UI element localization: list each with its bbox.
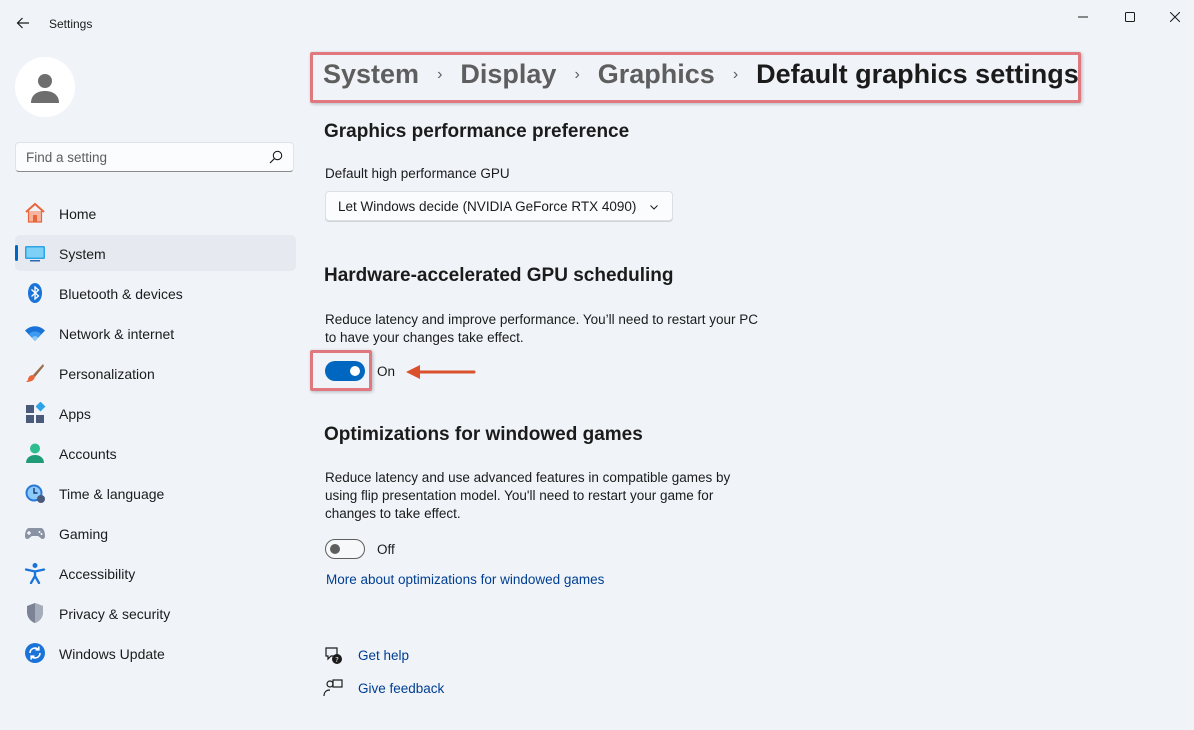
search-box[interactable]	[15, 142, 294, 172]
windowed-toggle[interactable]	[325, 539, 365, 559]
breadcrumb-system[interactable]: System	[323, 59, 419, 90]
arrow-left-annotation-icon	[406, 365, 476, 379]
give-feedback-link[interactable]: Give feedback	[358, 681, 444, 696]
sidebar-item-label: Apps	[59, 406, 91, 422]
avatar[interactable]	[15, 57, 75, 117]
gpu-dropdown[interactable]: Let Windows decide (NVIDIA GeForce RTX 4…	[325, 191, 673, 221]
sidebar-item-label: Windows Update	[59, 646, 165, 662]
feedback-icon	[323, 679, 343, 697]
sidebar-item-label: Time & language	[59, 486, 165, 502]
minimize-icon	[1078, 16, 1088, 18]
page-title: Default graphics settings	[756, 59, 1079, 89]
sidebar-item-network[interactable]: Network & internet	[15, 315, 296, 351]
sidebar-item-label: Personalization	[59, 366, 155, 382]
windowed-description: Reduce latency and use advanced features…	[325, 470, 731, 521]
hags-toggle-state: On	[377, 364, 396, 379]
gpu-label: Default high performance GPU	[325, 166, 510, 181]
close-button[interactable]	[1152, 6, 1194, 28]
brush-icon	[24, 362, 46, 384]
sidebar-item-apps[interactable]: Apps	[15, 395, 296, 431]
user-icon	[31, 74, 59, 103]
help-icon: ?	[325, 647, 342, 664]
chevron-right-icon: ›	[437, 65, 443, 83]
chevron-down-icon	[650, 205, 658, 210]
toggle-knob	[330, 544, 340, 554]
accounts-icon	[24, 442, 46, 464]
graphics-pref-heading: Graphics performance preference	[324, 121, 630, 142]
sidebar-item-label: System	[59, 246, 106, 262]
minimize-button[interactable]	[1060, 6, 1106, 28]
sidebar-item-personalization[interactable]: Personalization	[15, 355, 296, 391]
chevron-right-icon: ›	[732, 65, 739, 83]
back-button[interactable]	[12, 12, 34, 34]
sidebar-item-bluetooth[interactable]: Bluetooth & devices	[15, 275, 296, 311]
wifi-icon	[24, 322, 46, 344]
home-icon	[24, 202, 46, 224]
sidebar-item-label: Bluetooth & devices	[59, 286, 183, 302]
bluetooth-icon	[24, 282, 46, 304]
sidebar-nav: Home System Bluetooth & devices Network …	[15, 195, 296, 675]
sidebar-item-label: Gaming	[59, 526, 109, 542]
gpu-dropdown-value: Let Windows decide (NVIDIA GeForce RTX 4…	[338, 199, 637, 214]
sidebar-item-privacy[interactable]: Privacy & security	[15, 595, 296, 631]
hags-description: Reduce latency and improve performance. …	[325, 312, 758, 345]
title-bar: Settings	[0, 0, 1194, 48]
update-icon	[24, 642, 46, 664]
sidebar-item-accounts[interactable]: Accounts	[15, 435, 296, 471]
windowed-heading: Optimizations for windowed games	[324, 424, 643, 445]
hags-toggle[interactable]	[325, 361, 365, 381]
svg-text:?: ?	[335, 656, 339, 664]
system-icon	[24, 242, 46, 264]
sidebar-item-home[interactable]: Home	[15, 195, 296, 231]
sidebar-item-label: Home	[59, 206, 97, 222]
breadcrumb-graphics[interactable]: Graphics	[598, 59, 715, 90]
breadcrumb-display[interactable]: Display	[460, 59, 556, 90]
close-icon	[1170, 12, 1180, 22]
app-title: Settings	[49, 17, 93, 31]
windowed-learn-more-link[interactable]: More about optimizations for windowed ga…	[326, 572, 604, 587]
search-icon[interactable]	[269, 150, 283, 164]
windowed-toggle-state: Off	[377, 542, 395, 557]
sidebar-item-label: Accounts	[59, 446, 117, 462]
breadcrumb: System › Display › Graphics › Default gr…	[323, 59, 1079, 90]
sidebar-item-windows-update[interactable]: Windows Update	[15, 635, 296, 671]
sidebar-item-system[interactable]: System	[15, 235, 296, 271]
chevron-right-icon: ›	[574, 65, 580, 83]
sidebar-item-gaming[interactable]: Gaming	[15, 515, 296, 551]
back-arrow-icon	[16, 17, 29, 29]
sidebar-item-label: Accessibility	[59, 566, 136, 582]
sidebar-item-accessibility[interactable]: Accessibility	[15, 555, 296, 591]
maximize-icon	[1125, 12, 1135, 22]
maximize-button[interactable]	[1107, 6, 1153, 28]
accessibility-icon	[24, 562, 46, 584]
toggle-knob	[350, 366, 360, 376]
time-language-icon	[24, 482, 46, 504]
sidebar-item-label: Network & internet	[59, 326, 175, 342]
active-indicator	[15, 245, 18, 261]
shield-icon	[24, 602, 46, 624]
gamepad-icon	[24, 522, 46, 544]
apps-icon	[24, 402, 46, 424]
sidebar-item-label: Privacy & security	[59, 606, 171, 622]
search-input[interactable]	[16, 143, 256, 171]
hags-heading: Hardware-accelerated GPU scheduling	[324, 265, 674, 286]
get-help-link[interactable]: Get help	[358, 648, 409, 663]
sidebar-item-time-language[interactable]: Time & language	[15, 475, 296, 511]
